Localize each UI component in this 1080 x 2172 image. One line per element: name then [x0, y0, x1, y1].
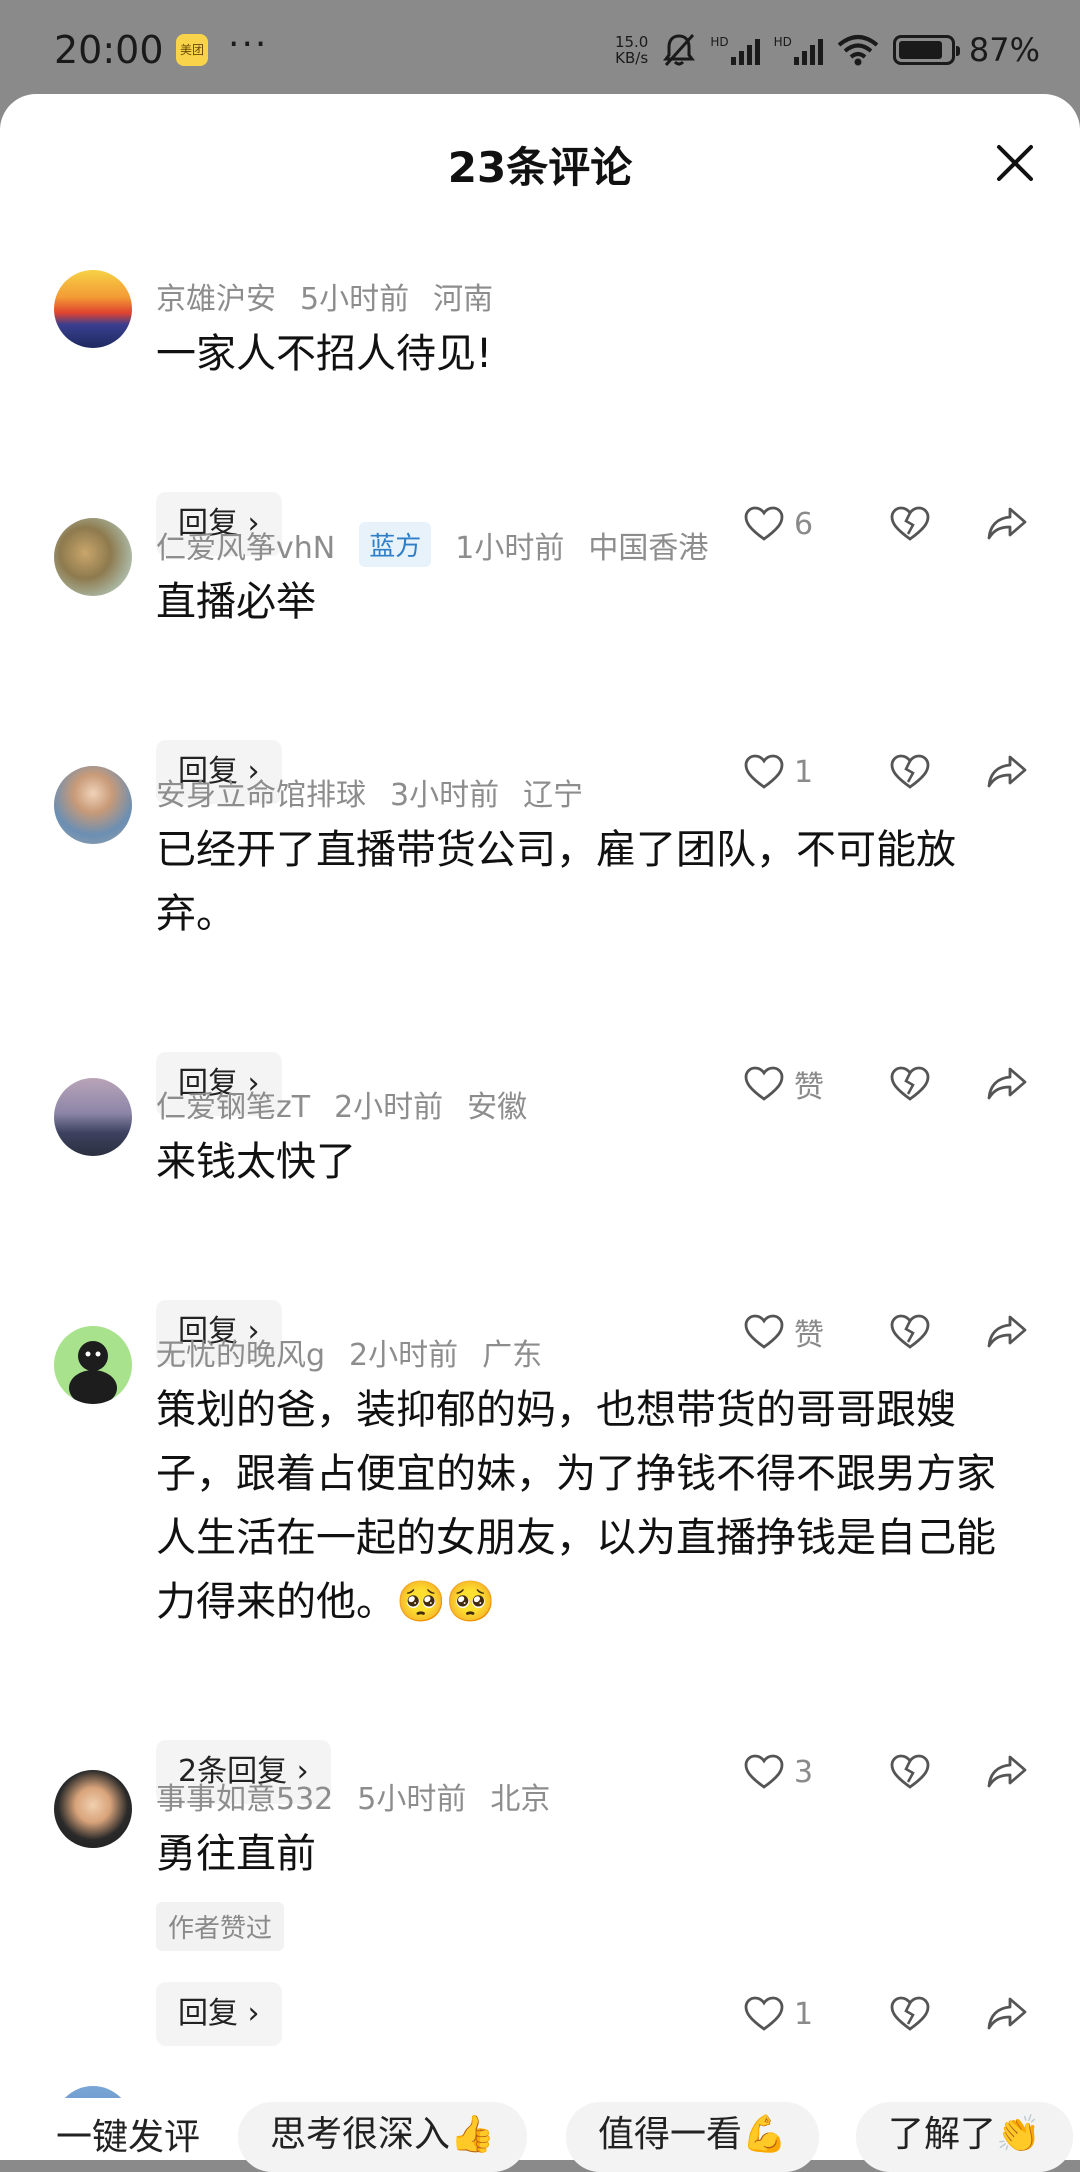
dislike-icon[interactable] — [890, 1066, 930, 1102]
avatar[interactable] — [54, 1078, 132, 1156]
comment-username[interactable]: 无忧的晚风g — [156, 1330, 325, 1374]
heart-icon — [744, 506, 784, 541]
comment-time: 5小时前 — [300, 282, 410, 317]
share-icon[interactable] — [986, 506, 1028, 542]
heart-icon — [744, 1754, 784, 1789]
share-icon[interactable] — [986, 754, 1028, 790]
comment-location: 辽宁 — [523, 778, 584, 813]
comment-location: 北京 — [490, 1782, 551, 1817]
heart-icon — [744, 754, 784, 789]
quick-reply-label: 一键发评 — [56, 2117, 201, 2158]
comment-time: 2小时前 — [349, 1338, 459, 1373]
close-icon[interactable] — [990, 138, 1040, 188]
comment-time: 3小时前 — [390, 778, 500, 813]
like-count: 6 — [794, 506, 814, 542]
heart-icon — [744, 1996, 784, 2031]
more-notifications-icon: ··· — [228, 24, 269, 65]
comment-text: 来钱太快了 — [156, 1139, 356, 1185]
comment-location: 广东 — [482, 1338, 543, 1373]
dislike-icon[interactable] — [890, 506, 930, 542]
avatar[interactable] — [54, 1326, 132, 1404]
comment-location: 河南 — [433, 282, 494, 317]
share-icon[interactable] — [986, 1754, 1028, 1790]
signal-1-icon: HD — [710, 35, 760, 65]
wifi-icon — [837, 35, 879, 66]
like-count: 赞 — [794, 1070, 824, 1105]
comment-username[interactable]: 仁爱钢笔zT — [156, 1082, 310, 1126]
like-count: 3 — [794, 1754, 814, 1790]
like-count: 1 — [794, 1996, 814, 2032]
comment-username[interactable]: 安身立命馆排球 — [156, 770, 366, 814]
status-time: 20:00 — [54, 28, 164, 72]
like-count: 1 — [794, 754, 814, 790]
like-button[interactable]: 赞 — [744, 1310, 834, 1354]
comments-sheet: 23条评论 京雄沪安 5小时前 河南 一家人不招人待见! 回复 › 6 仁爱风筝… — [0, 94, 1080, 2160]
quick-reply-chip[interactable]: 思考很深入👍 — [238, 2102, 527, 2172]
dislike-icon[interactable] — [890, 1996, 930, 2032]
battery-percent: 87% — [968, 31, 1040, 69]
comment-location: 中国香港 — [588, 530, 709, 566]
like-button[interactable]: 1 — [744, 1996, 834, 2032]
quick-reply-chip[interactable]: 了解了👏 — [856, 2102, 1073, 2172]
comment-text: 勇往直前 — [156, 1831, 316, 1877]
share-icon[interactable] — [986, 1066, 1028, 1102]
quick-reply-chip[interactable]: 值得一看💪 — [566, 2102, 819, 2172]
comment-text: 一家人不招人待见! — [156, 331, 493, 377]
comment-username[interactable]: 京雄沪安 — [156, 274, 276, 318]
comment-time: 1小时前 — [455, 530, 565, 566]
dislike-icon[interactable] — [890, 1314, 930, 1350]
comment-username[interactable]: 仁爱风筝vhN — [156, 523, 335, 567]
comment-text: 已经开了直播带货公司，雇了团队，不可能放弃。 — [156, 827, 956, 937]
penguin-avatar-icon — [69, 1341, 117, 1404]
comment-location: 安徽 — [467, 1090, 528, 1125]
heart-icon — [744, 1314, 784, 1349]
signal-2-icon: HD — [774, 35, 823, 65]
dislike-icon[interactable] — [890, 754, 930, 790]
share-icon[interactable] — [986, 1314, 1028, 1350]
like-count: 赞 — [794, 1318, 824, 1353]
like-button[interactable]: 3 — [744, 1754, 834, 1790]
author-liked-badge: 作者赞过 — [156, 1902, 285, 1951]
comment-text: 策划的爸，装抑郁的妈，也想带货的哥哥跟嫂子，跟着占便宜的妹，为了挣钱不得不跟男方… — [156, 1387, 996, 1625]
avatar[interactable] — [54, 1770, 132, 1848]
status-bar: 20:00 美团 ··· 15.0 KB/s HD HD 87% — [0, 0, 1080, 100]
quick-reply-bar: 一键发评 思考很深入👍 值得一看💪 了解了👏 — [0, 2098, 1080, 2172]
like-button[interactable]: 赞 — [744, 1062, 834, 1106]
heart-icon — [744, 1066, 784, 1101]
network-speed: 15.0 KB/s — [614, 33, 649, 67]
reply-button[interactable]: 回复 › — [156, 1982, 282, 2046]
bell-muted-icon — [663, 33, 696, 67]
avatar[interactable] — [54, 766, 132, 844]
comment-username[interactable]: 事事如意532 — [156, 1774, 333, 1818]
meituan-app-icon: 美团 — [176, 34, 208, 66]
team-badge: 蓝方 — [359, 522, 432, 567]
battery-icon — [892, 35, 960, 65]
comment-time: 2小时前 — [334, 1090, 444, 1125]
like-button[interactable]: 6 — [744, 506, 834, 542]
dislike-icon[interactable] — [890, 1754, 930, 1790]
sheet-title: 23条评论 — [447, 143, 633, 192]
share-icon[interactable] — [986, 1996, 1028, 2032]
avatar[interactable] — [54, 518, 132, 596]
comment-text: 直播必举 — [156, 579, 316, 625]
comment-time: 5小时前 — [357, 1782, 467, 1817]
like-button[interactable]: 1 — [744, 754, 834, 790]
avatar[interactable] — [54, 270, 132, 348]
